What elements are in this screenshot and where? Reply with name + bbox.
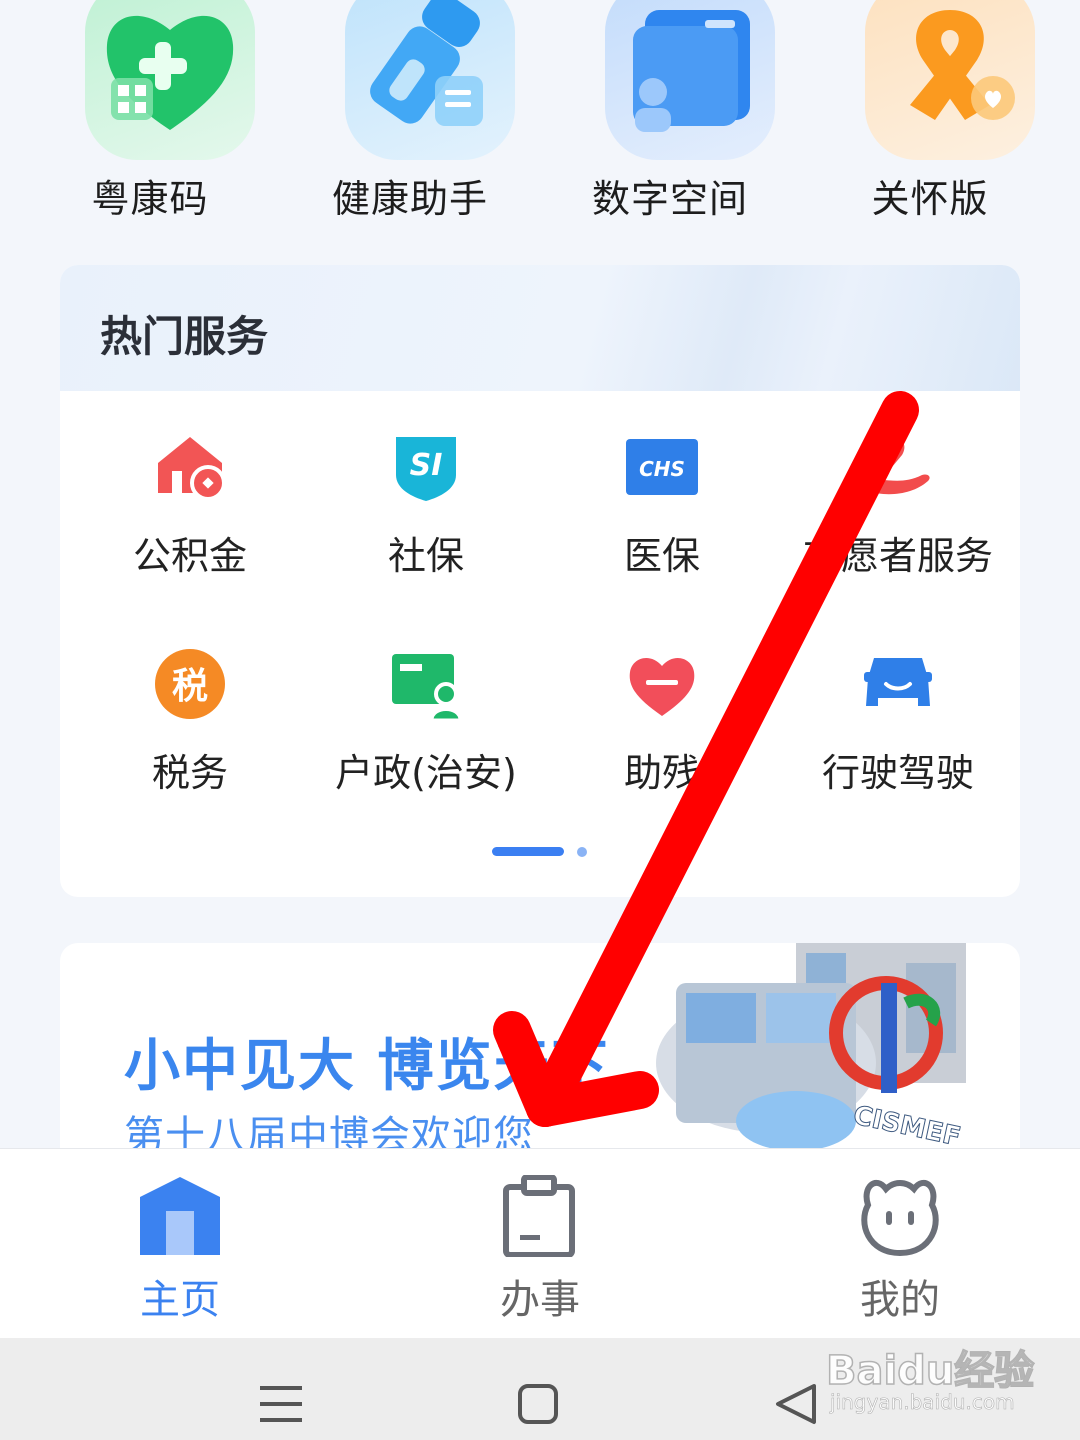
tab-profile[interactable]: 我的 [780, 1149, 1020, 1339]
back-icon[interactable] [766, 1374, 826, 1434]
watermark-url: jingyan.baidu.com [830, 1390, 1015, 1415]
banner-logo-text: CISMEF [851, 1101, 964, 1148]
service-label: 行驶驾驶 [821, 751, 974, 795]
baidu-watermark: Baidu经验 jingyan.baidu.com [825, 1330, 1035, 1420]
service-label: 志愿者服务 [802, 534, 993, 578]
app-label: 健康助手 [331, 177, 488, 221]
page-indicator-active [492, 847, 564, 856]
tab-label: 办事 [500, 1277, 580, 1323]
hot-services-header: 热门服务 [60, 265, 1020, 391]
app-label: 关怀版 [871, 177, 989, 221]
service-housing-fund[interactable]: 公积金 [70, 431, 310, 611]
orange-ribbon-icon [865, 0, 1035, 160]
bottom-tab-bar: 主页 办事 我的 [0, 1148, 1080, 1339]
app-label: 数字空间 [591, 177, 748, 221]
service-label: 税务 [151, 751, 228, 795]
blue-folder-icon [605, 0, 775, 160]
clipboard-icon [503, 1175, 575, 1257]
svg-text:CHS: CHS [639, 457, 685, 481]
service-medical-insurance[interactable]: CHS 医保 [542, 431, 782, 611]
mascot-face-icon [861, 1180, 939, 1257]
svg-text:税: 税 [172, 666, 208, 707]
hot-services-title: 热门服务 [100, 312, 269, 361]
service-label: 医保 [623, 534, 700, 578]
menu-icon[interactable] [250, 1374, 310, 1434]
tab-home[interactable]: 主页 [60, 1149, 300, 1339]
watermark-text: Baidu经验 [825, 1347, 1035, 1395]
service-label: 助残 [623, 751, 700, 795]
page-indicator-dot [577, 847, 587, 857]
service-household-registration[interactable]: 户政(治安) [306, 648, 546, 828]
tax-badge-icon: 税 [155, 649, 225, 719]
service-disability-aid[interactable]: 助残 [542, 648, 782, 828]
home-icon [140, 1177, 220, 1255]
app-yuekangma[interactable]: 粤康码 [20, 0, 280, 240]
svg-text:SI: SI [410, 448, 443, 483]
blue-flashlight-icon [345, 0, 515, 160]
service-driving[interactable]: 行驶驾驶 [778, 648, 1018, 828]
volunteer-hand-icon [866, 437, 930, 495]
heart-icon [629, 658, 695, 716]
green-heart-qr-icon [85, 0, 255, 160]
banner-title: 小中见大 博览天下 [124, 1034, 610, 1099]
app-health-assistant[interactable]: 健康助手 [280, 0, 540, 240]
service-volunteer[interactable]: 志愿者服务 [778, 431, 1018, 611]
app-care-version[interactable]: 关怀版 [800, 0, 1060, 240]
house-fund-icon [158, 437, 226, 501]
service-tax[interactable]: 税 税务 [70, 648, 310, 828]
id-card-icon [392, 654, 462, 720]
service-label: 社保 [387, 534, 464, 578]
tab-services[interactable]: 办事 [420, 1149, 660, 1339]
service-label: 户政(治安) [335, 751, 517, 795]
tab-label: 主页 [140, 1277, 220, 1323]
app-label: 粤康码 [91, 177, 209, 221]
tab-label: 我的 [860, 1277, 940, 1323]
si-shield-icon: SI [396, 437, 456, 501]
expo-building-illustration: CISMEF [656, 943, 966, 1148]
service-label: 公积金 [132, 534, 247, 578]
page-indicator [492, 847, 592, 859]
home-button-icon[interactable] [508, 1374, 568, 1434]
hot-services-card: 热门服务 公积金 SI 社保 CHS 医保 志愿者服务 税 税务 户政(治安) … [60, 265, 1020, 897]
app-digital-space[interactable]: 数字空间 [540, 0, 800, 240]
quick-app-row: 粤康码 健康助手 数字空间 关怀版 [0, 0, 1080, 240]
service-social-security[interactable]: SI 社保 [306, 431, 546, 611]
chs-card-icon: CHS [626, 439, 698, 495]
car-icon [864, 658, 932, 706]
